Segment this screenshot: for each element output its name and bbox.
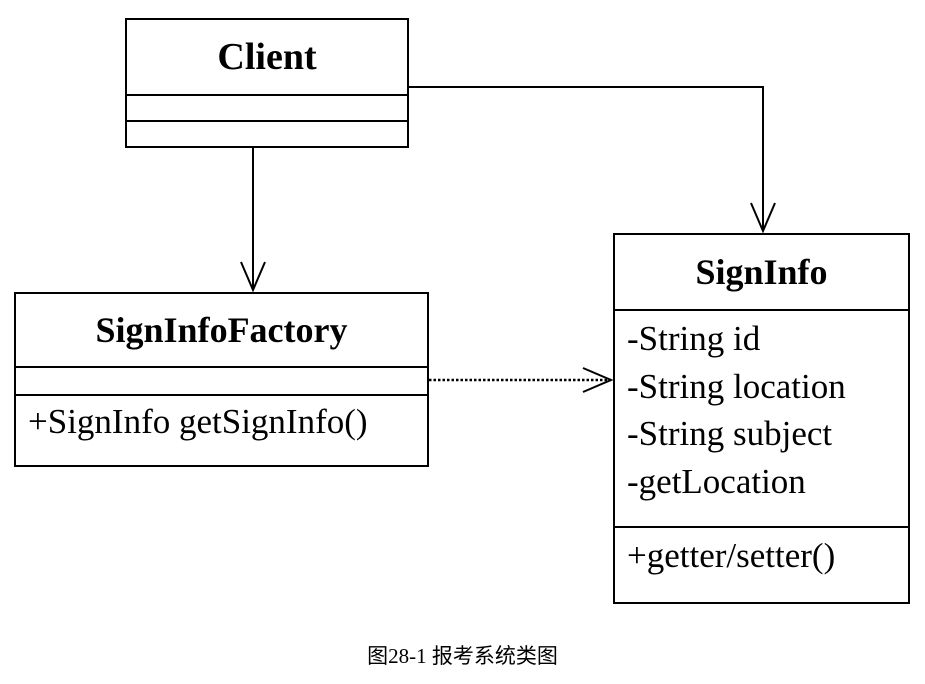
class-name: Client	[127, 20, 407, 96]
attribute: -String id	[627, 319, 761, 358]
class-name: SignInfo	[615, 235, 908, 311]
class-name: SignInfoFactory	[16, 294, 427, 368]
operation: +getter/setter()	[627, 536, 836, 575]
operation: +SignInfo getSignInfo()	[28, 402, 368, 441]
attribute: -String location	[627, 366, 846, 406]
dependency-factory-signinfo	[429, 367, 614, 393]
operations-compartment: +getter/setter()	[615, 528, 908, 576]
operations-compartment: +SignInfo getSignInfo()	[16, 396, 427, 442]
attributes-compartment	[16, 368, 427, 396]
attribute: -String subject	[627, 414, 833, 453]
attributes-compartment: -String id -String location -String subj…	[615, 311, 908, 528]
association-client-factory	[240, 148, 266, 293]
operations-compartment	[127, 122, 407, 145]
class-client: Client	[125, 18, 409, 148]
class-signinfo: SignInfo -String id -String location -St…	[613, 233, 910, 604]
attribute: -getLocation	[627, 461, 806, 501]
class-signinfofactory: SignInfoFactory +SignInfo getSignInfo()	[14, 292, 429, 467]
figure-caption: 图28-1 报考系统类图	[367, 644, 558, 668]
attributes-compartment	[127, 96, 407, 122]
association-client-signinfo	[409, 86, 776, 234]
